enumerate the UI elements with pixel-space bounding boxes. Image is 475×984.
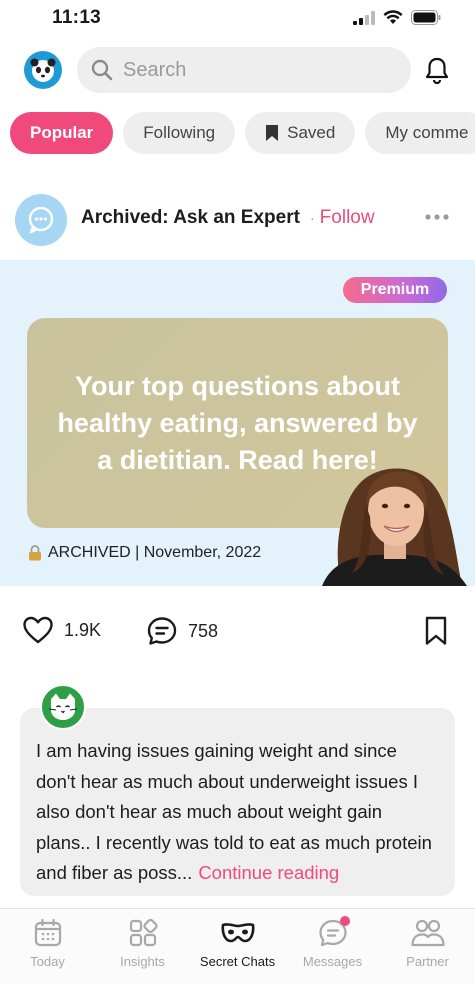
group-title[interactable]: Archived: Ask an Expert bbox=[81, 207, 300, 229]
archive-caption-text: ARCHIVED | November, 2022 bbox=[48, 544, 262, 561]
filter-tabs-container: Popular Following Saved My comme bbox=[0, 104, 475, 164]
group-avatar[interactable] bbox=[15, 194, 67, 246]
notifications-button[interactable] bbox=[424, 56, 450, 89]
battery-icon bbox=[411, 10, 441, 25]
commenter-avatar[interactable] bbox=[40, 684, 86, 730]
tab-popular[interactable]: Popular bbox=[10, 112, 114, 154]
archive-caption: ARCHIVED | November, 2022 bbox=[28, 544, 261, 562]
follow-label: Follow bbox=[319, 207, 375, 228]
cat-avatar-icon bbox=[48, 693, 78, 720]
more-dots-icon bbox=[425, 214, 449, 220]
post-header: Archived: Ask an Expert · Follow bbox=[0, 192, 475, 246]
grid-icon bbox=[129, 918, 158, 947]
tab-following[interactable]: Following bbox=[123, 112, 236, 154]
status-bar: 11:13 bbox=[0, 0, 475, 38]
bookmark-outline-icon bbox=[425, 616, 447, 645]
comment-icon bbox=[147, 617, 177, 645]
like-count: 1.9K bbox=[64, 619, 102, 640]
nav-secret-chats-label: Secret Chats bbox=[199, 954, 276, 969]
bell-icon bbox=[425, 57, 449, 85]
panda-avatar-icon bbox=[30, 58, 56, 82]
lock-icon bbox=[29, 545, 41, 561]
continue-reading-link[interactable]: Continue reading bbox=[198, 862, 339, 883]
post-hero-image[interactable]: Premium Your top questions about healthy… bbox=[0, 260, 475, 586]
wifi-icon bbox=[383, 10, 403, 24]
bookmark-button[interactable] bbox=[424, 616, 448, 651]
search-icon bbox=[91, 59, 113, 81]
nav-messages[interactable]: Messages bbox=[285, 909, 380, 984]
chat-bubble-icon bbox=[28, 206, 54, 234]
nav-insights[interactable]: Insights bbox=[95, 909, 190, 984]
tab-my-comments-label: My comme bbox=[385, 123, 469, 142]
premium-badge: Premium bbox=[343, 277, 447, 303]
nav-today-label: Today bbox=[30, 954, 65, 969]
top-header: Search bbox=[0, 46, 475, 94]
nav-partner[interactable]: Partner bbox=[380, 909, 475, 984]
status-icons bbox=[353, 10, 441, 25]
bookmark-icon bbox=[266, 125, 279, 141]
nav-today[interactable]: Today bbox=[0, 909, 95, 984]
bottom-navigation: Today Insights Secret Chats Messages Par… bbox=[0, 908, 475, 984]
nav-secret-chats[interactable]: Secret Chats bbox=[190, 909, 285, 984]
calendar-icon bbox=[34, 918, 61, 947]
filter-tabs: Popular Following Saved My comme bbox=[10, 112, 475, 154]
partner-icon bbox=[410, 919, 445, 947]
nav-insights-label: Insights bbox=[120, 954, 165, 969]
post-actions: 1.9K 758 bbox=[0, 612, 475, 652]
like-button[interactable]: 1.9K bbox=[22, 616, 101, 644]
search-placeholder: Search bbox=[123, 58, 187, 81]
comment-count: 758 bbox=[188, 620, 219, 641]
tab-my-comments[interactable]: My comme bbox=[365, 112, 475, 154]
tab-popular-label: Popular bbox=[30, 123, 94, 142]
comment-button[interactable]: 758 bbox=[146, 616, 218, 646]
separator-dot: · bbox=[310, 210, 315, 226]
dietitian-photo bbox=[322, 468, 467, 586]
signal-icon bbox=[353, 10, 375, 25]
comment-body: I am having issues gaining weight and si… bbox=[36, 736, 439, 889]
search-bar[interactable]: Search bbox=[77, 47, 411, 93]
comment-card[interactable]: I am having issues gaining weight and si… bbox=[20, 708, 455, 896]
tab-saved[interactable]: Saved bbox=[245, 112, 356, 154]
status-time: 11:13 bbox=[52, 7, 102, 28]
messages-badge bbox=[340, 916, 350, 926]
mask-icon bbox=[221, 923, 254, 943]
more-options-button[interactable] bbox=[424, 204, 450, 227]
nav-messages-label: Messages bbox=[302, 954, 363, 969]
tab-following-label: Following bbox=[143, 123, 216, 142]
tab-saved-label: Saved bbox=[287, 123, 336, 142]
nav-partner-label: Partner bbox=[406, 954, 449, 969]
follow-button[interactable]: · Follow bbox=[310, 207, 375, 229]
heart-icon bbox=[23, 616, 53, 644]
profile-avatar[interactable] bbox=[24, 51, 62, 89]
